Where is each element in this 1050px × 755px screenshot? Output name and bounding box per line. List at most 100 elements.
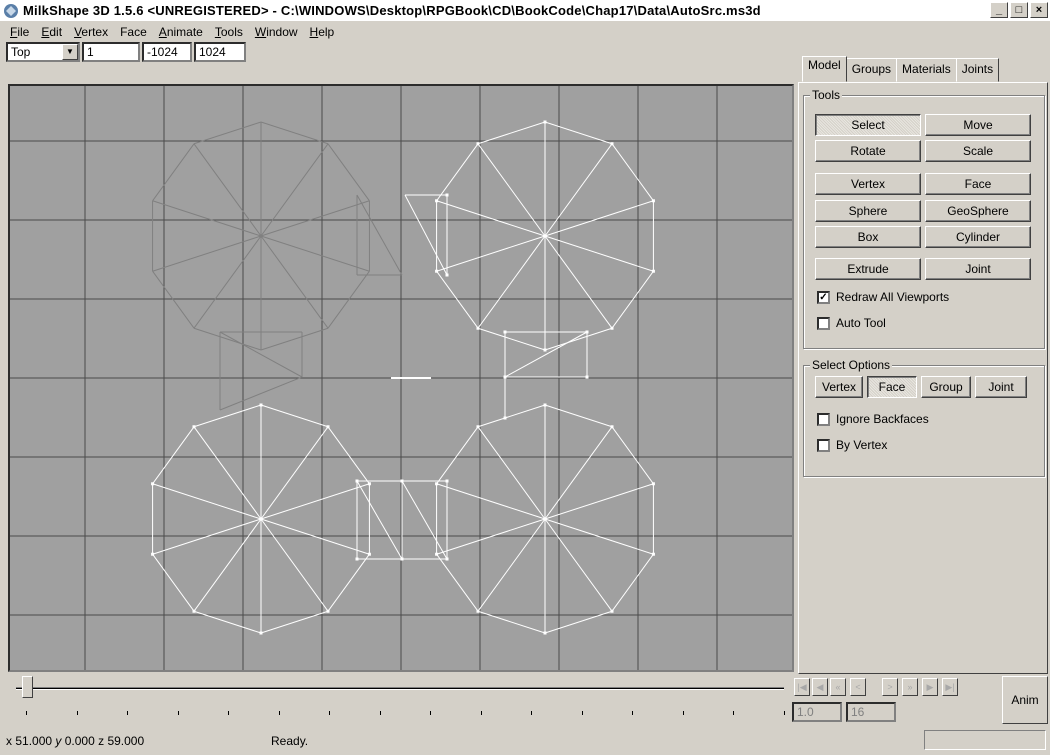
timeline-tick	[329, 711, 330, 715]
step-forward-icon[interactable]: >	[882, 678, 898, 696]
vertex-point	[259, 517, 263, 521]
x-coordinate: 51.000	[15, 734, 53, 748]
timeline-tick	[531, 711, 532, 715]
tab-materials[interactable]: Materials	[896, 58, 957, 82]
vertex-tool-button[interactable]: Vertex	[815, 173, 921, 195]
vertex-point	[651, 552, 655, 556]
wire-edge	[260, 610, 329, 634]
chevron-down-icon[interactable]: ▼	[62, 44, 78, 60]
wireframe-canvas[interactable]	[10, 86, 792, 670]
select-joint-button[interactable]: Joint	[975, 376, 1027, 398]
redraw-all-viewports-checkbox[interactable]: ✓ Redraw All Viewports	[817, 290, 949, 304]
first-frame-icon[interactable]: |◀	[794, 678, 810, 696]
tab-model[interactable]: Model	[802, 56, 847, 82]
geosphere-tool-button[interactable]: GeoSphere	[925, 200, 1031, 222]
sphere-tool-button[interactable]: Sphere	[815, 200, 921, 222]
wire-edge	[436, 200, 546, 237]
menu-face-label: ce	[134, 24, 147, 39]
extrude-tool-button[interactable]: Extrude	[815, 258, 921, 280]
wire-edge	[544, 610, 613, 634]
wire-edge	[260, 404, 329, 428]
fast-forward-icon[interactable]: »	[902, 678, 918, 696]
wire-edge	[260, 200, 370, 237]
view-select[interactable]: Top ▼	[6, 42, 80, 62]
menu-vertex-label: ertex	[81, 24, 109, 39]
start-frame-field[interactable]: 1.0	[792, 702, 842, 722]
rewind-icon[interactable]: «	[830, 678, 846, 696]
next-frame-icon[interactable]: ▶	[922, 678, 938, 696]
tab-groups[interactable]: Groups	[845, 58, 898, 82]
prev-frame-icon[interactable]: ◀	[812, 678, 828, 696]
wire-edge	[477, 404, 546, 428]
status-message: Ready.	[271, 734, 309, 748]
wire-edge	[260, 327, 329, 351]
move-tool-button[interactable]: Move	[925, 114, 1031, 136]
menu-window-mnemonic: W	[254, 24, 267, 39]
animation-timeline[interactable]	[8, 676, 786, 720]
end-frame-field[interactable]: 16	[846, 702, 896, 722]
wire-edge	[152, 426, 195, 485]
timeline-tick	[783, 711, 785, 715]
menu-file[interactable]: File	[4, 25, 35, 39]
select-vertex-button[interactable]: Vertex	[815, 376, 863, 398]
wire-edge	[544, 143, 613, 237]
tab-joints[interactable]: Joints	[955, 58, 1000, 82]
window-title: MilkShape 3D 1.5.6 <UNREGISTERED> - C:\W…	[23, 3, 761, 18]
status-pane	[924, 730, 1046, 750]
joint-tool-button[interactable]: Joint	[925, 258, 1031, 280]
menu-window[interactable]: Window	[249, 25, 304, 39]
minimize-button[interactable]: _	[990, 2, 1008, 18]
menu-file-label: ile	[17, 24, 30, 39]
top-viewport[interactable]	[8, 84, 794, 672]
menu-edit-label: dit	[49, 24, 63, 39]
menu-edit[interactable]: Edit	[35, 25, 68, 39]
wire-edge	[260, 143, 329, 237]
wire-edge	[477, 610, 546, 634]
select-group-button[interactable]: Group	[921, 376, 971, 398]
wire-edge	[356, 480, 403, 560]
menu-animate-label: nimate	[166, 24, 203, 39]
timeline-tick	[76, 711, 78, 715]
maximize-button[interactable]: □	[1010, 2, 1028, 18]
wire-edge	[404, 194, 448, 276]
menu-animate[interactable]: Animate	[153, 25, 209, 39]
wire-edge	[544, 426, 613, 520]
menu-help[interactable]: Help	[304, 25, 341, 39]
max-extent-field[interactable]: 1024	[194, 42, 246, 62]
vertex-point	[445, 479, 449, 483]
cylinder-tool-button[interactable]: Cylinder	[925, 226, 1031, 248]
min-extent-field[interactable]: -1024	[142, 42, 192, 62]
timeline-slider-thumb[interactable]	[22, 676, 33, 698]
menu-face[interactable]: Face	[114, 25, 153, 39]
anim-button[interactable]: Anim	[1002, 676, 1048, 724]
box-tool-button[interactable]: Box	[815, 226, 921, 248]
last-frame-icon[interactable]: ▶|	[942, 678, 958, 696]
select-tool-button[interactable]: Select	[815, 114, 921, 136]
wire-edge	[544, 404, 613, 428]
tools-group-label: Tools	[810, 88, 843, 102]
max-extent-value: 1024	[199, 45, 226, 59]
face-tool-button[interactable]: Face	[925, 173, 1031, 195]
rotate-tool-button[interactable]: Rotate	[815, 140, 921, 162]
ignore-backfaces-checkbox[interactable]: Ignore Backfaces	[817, 412, 929, 426]
vertex-point	[651, 482, 655, 486]
scale-tool-button[interactable]: Scale	[925, 140, 1031, 162]
select-face-button[interactable]: Face	[867, 376, 917, 398]
step-back-icon[interactable]: <	[850, 678, 866, 696]
start-frame-value: 1.0	[797, 705, 814, 719]
vertex-point	[326, 609, 330, 613]
menu-help-label: elp	[318, 24, 335, 39]
by-vertex-checkbox[interactable]: By Vertex	[817, 438, 887, 452]
auto-tool-checkbox[interactable]: Auto Tool	[817, 316, 886, 330]
zoom-field[interactable]: 1	[82, 42, 140, 62]
wire-edge	[436, 553, 479, 612]
wire-edge	[260, 235, 329, 329]
status-bar: x 51.000 y 0.000 z 59.000 Ready.	[0, 727, 1050, 755]
menu-face-mnemonic: Fa	[120, 24, 135, 39]
close-button[interactable]: ×	[1030, 2, 1048, 18]
menu-animate-mnemonic: A	[158, 24, 167, 39]
menu-tools[interactable]: Tools	[209, 25, 249, 39]
vertex-point	[435, 269, 439, 273]
menu-vertex[interactable]: Vertex	[68, 25, 114, 39]
select-options-label: Select Options	[810, 358, 893, 372]
